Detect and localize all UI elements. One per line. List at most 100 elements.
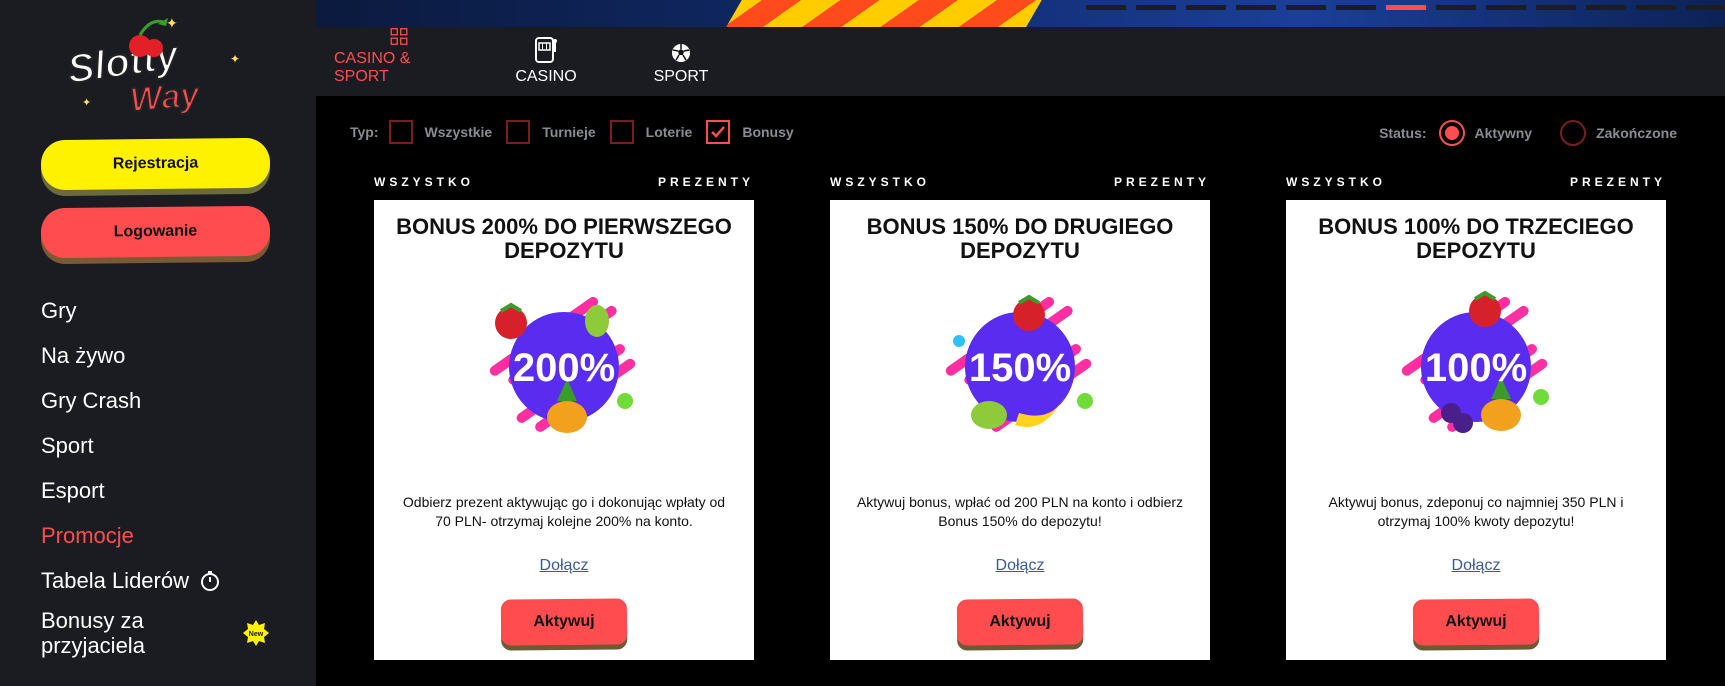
nav-item-label: Tabela Liderów (41, 567, 189, 593)
filter-all-checkbox[interactable] (388, 120, 413, 144)
slide-dot[interactable] (1186, 5, 1226, 10)
register-button[interactable]: Rejestracja (40, 137, 271, 191)
slide-dot[interactable] (1636, 5, 1676, 10)
nav-item-label: Promocje (41, 522, 134, 548)
slide-dot[interactable] (1086, 5, 1126, 10)
svg-text:✦: ✦ (166, 15, 178, 31)
nav-item-promotions[interactable]: Promocje (41, 513, 281, 558)
card-tags: WSZYSTKO PREZENTY (374, 175, 754, 200)
filter-option-label: Bonusy (742, 124, 794, 140)
card-description: Aktywuj bonus, zdeponuj co najmniej 350 … (1328, 494, 1624, 529)
bonus-card: BONUS 200% DO PIERWSZEGO DEPOZYTU 200% O… (374, 200, 754, 660)
card-tags: WSZYSTKO PREZENTY (830, 175, 1210, 200)
svg-text:Way: Way (128, 75, 202, 118)
nav-item-sport[interactable]: Sport (41, 423, 281, 468)
slide-dot[interactable] (1136, 5, 1176, 10)
banner-slide-indicators (1086, 5, 1725, 10)
sidebar: Slotty Way ✦ ✦ ✦ Rejestracja Logowanie G… (0, 0, 316, 686)
tab-casino-sport[interactable]: CASINO & SPORT (334, 27, 464, 96)
nav-item-label: Sport (41, 432, 94, 458)
bonus-card-wrapper: WSZYSTKO PREZENTY BONUS 100% DO TRZECIEG… (1286, 175, 1666, 660)
tab-label: CASINO & SPORT (334, 50, 411, 85)
activate-button[interactable]: Aktywuj (500, 598, 628, 646)
bonus-card-wrapper: WSZYSTKO PREZENTY BONUS 200% DO PIERWSZE… (374, 175, 754, 660)
join-link[interactable]: Dołącz (1452, 557, 1501, 575)
login-button[interactable]: Logowanie (40, 205, 271, 259)
bonus-percent: 100% (1425, 346, 1527, 390)
nav-item-crash-games[interactable]: Gry Crash (41, 378, 281, 423)
card-title: BONUS 200% DO PIERWSZEGO DEPOZYTU (396, 214, 732, 263)
activate-button[interactable]: Aktywuj (1412, 598, 1540, 646)
tab-sport[interactable]: SPORT (641, 27, 721, 96)
checkmark-icon (711, 126, 726, 138)
join-link[interactable]: Dołącz (996, 557, 1045, 575)
status-filter: Status: Aktywny Zakończone (1379, 120, 1677, 146)
card-tags: WSZYSTKO PREZENTY (1286, 175, 1666, 200)
nav-item-label: Gry Crash (41, 387, 142, 413)
slide-dot[interactable] (1336, 5, 1376, 10)
new-badge-label: New (249, 631, 264, 638)
bonus-fruit-illustration: 100% (1401, 290, 1549, 433)
status-option-label: Aktywny (1474, 125, 1533, 141)
slottyway-logo[interactable]: Slotty Way ✦ ✦ ✦ (60, 8, 250, 118)
nav-item-label: Gry (41, 297, 77, 323)
slide-dot[interactable] (1536, 5, 1576, 10)
filter-all[interactable]: Wszystkie (388, 120, 493, 144)
nav-item-label: Bonusy za przyjaciela (41, 608, 145, 658)
slide-dot[interactable] (1436, 5, 1476, 10)
card-description: Aktywuj bonus, wpłać od 200 PLN na konto… (856, 494, 1184, 529)
card-type-tag: PREZENTY (657, 175, 754, 189)
slide-dot[interactable] (1486, 5, 1526, 10)
nav-item-label: Esport (41, 477, 105, 503)
slide-dot[interactable] (1586, 5, 1626, 10)
type-filter-label: Typ: (350, 124, 379, 140)
filter-bonuses-checkbox[interactable] (706, 120, 731, 144)
status-active-radio[interactable] (1438, 120, 1465, 146)
slot-machine-icon (535, 37, 557, 63)
card-category-tag: WSZYSTKO (374, 175, 474, 189)
stopwatch-icon (200, 570, 219, 591)
filter-option-label: Wszystkie (424, 124, 493, 140)
bonus-fruit-illustration: 200% (489, 296, 636, 433)
tab-label: CASINO (515, 68, 577, 85)
slide-dot[interactable] (1236, 5, 1276, 10)
card-title: BONUS 150% DO DRUGIEGO DEPOZYTU (866, 214, 1174, 263)
card-title: BONUS 100% DO TRZECIEGO DEPOZYTU (1318, 214, 1634, 263)
activate-button[interactable]: Aktywuj (956, 598, 1084, 646)
status-option-label: Zakończone (1596, 125, 1677, 141)
nav-item-live[interactable]: Na żywo (41, 333, 281, 378)
status-filter-label: Status: (1379, 125, 1427, 141)
filter-bonuses[interactable]: Bonusy (706, 120, 794, 144)
bonus-percent: 200% (513, 346, 615, 390)
promo-banner[interactable] (316, 0, 1725, 27)
nav-item-leaderboard[interactable]: Tabela Liderów (41, 558, 281, 603)
bonus-fruit-illustration: 150% (945, 294, 1093, 432)
filter-lotteries-checkbox[interactable] (609, 120, 634, 144)
nav-item-games[interactable]: Gry (41, 288, 281, 333)
bonus-card-wrapper: WSZYSTKO PREZENTY BONUS 150% DO DRUGIEGO… (830, 175, 1210, 660)
banner-art (718, 0, 1054, 27)
join-link[interactable]: Dołącz (540, 557, 589, 575)
tab-label: SPORT (653, 68, 709, 85)
bonus-percent: 150% (969, 346, 1071, 390)
bonus-card: BONUS 150% DO DRUGIEGO DEPOZYTU 150% Akt… (830, 200, 1210, 660)
nav-item-refer-friend[interactable]: Bonusy za przyjaciela New (41, 603, 281, 663)
card-category-tag: WSZYSTKO (830, 175, 930, 189)
slide-dot-active[interactable] (1386, 5, 1426, 10)
filter-tournaments-checkbox[interactable] (506, 120, 531, 144)
football-icon (672, 44, 690, 62)
slide-dot[interactable] (1686, 5, 1725, 10)
svg-text:✦: ✦ (82, 97, 91, 109)
main-nav: Gry Na żywo Gry Crash Sport Esport Promo… (41, 288, 281, 663)
bonus-card: BONUS 100% DO TRZECIEGO DEPOZYTU 100% Ak… (1286, 200, 1666, 660)
svg-text:✦: ✦ (230, 52, 240, 66)
card-category-tag: WSZYSTKO (1286, 175, 1386, 189)
slide-dot[interactable] (1286, 5, 1326, 10)
filter-tournaments[interactable]: Turnieje (506, 120, 596, 144)
nav-item-label: Na żywo (41, 342, 126, 368)
filter-lotteries[interactable]: Loterie (609, 120, 693, 144)
status-finished-radio[interactable] (1560, 120, 1587, 146)
tab-casino[interactable]: CASINO (506, 27, 586, 96)
filter-option-label: Loterie (645, 124, 693, 140)
nav-item-esport[interactable]: Esport (41, 468, 281, 513)
